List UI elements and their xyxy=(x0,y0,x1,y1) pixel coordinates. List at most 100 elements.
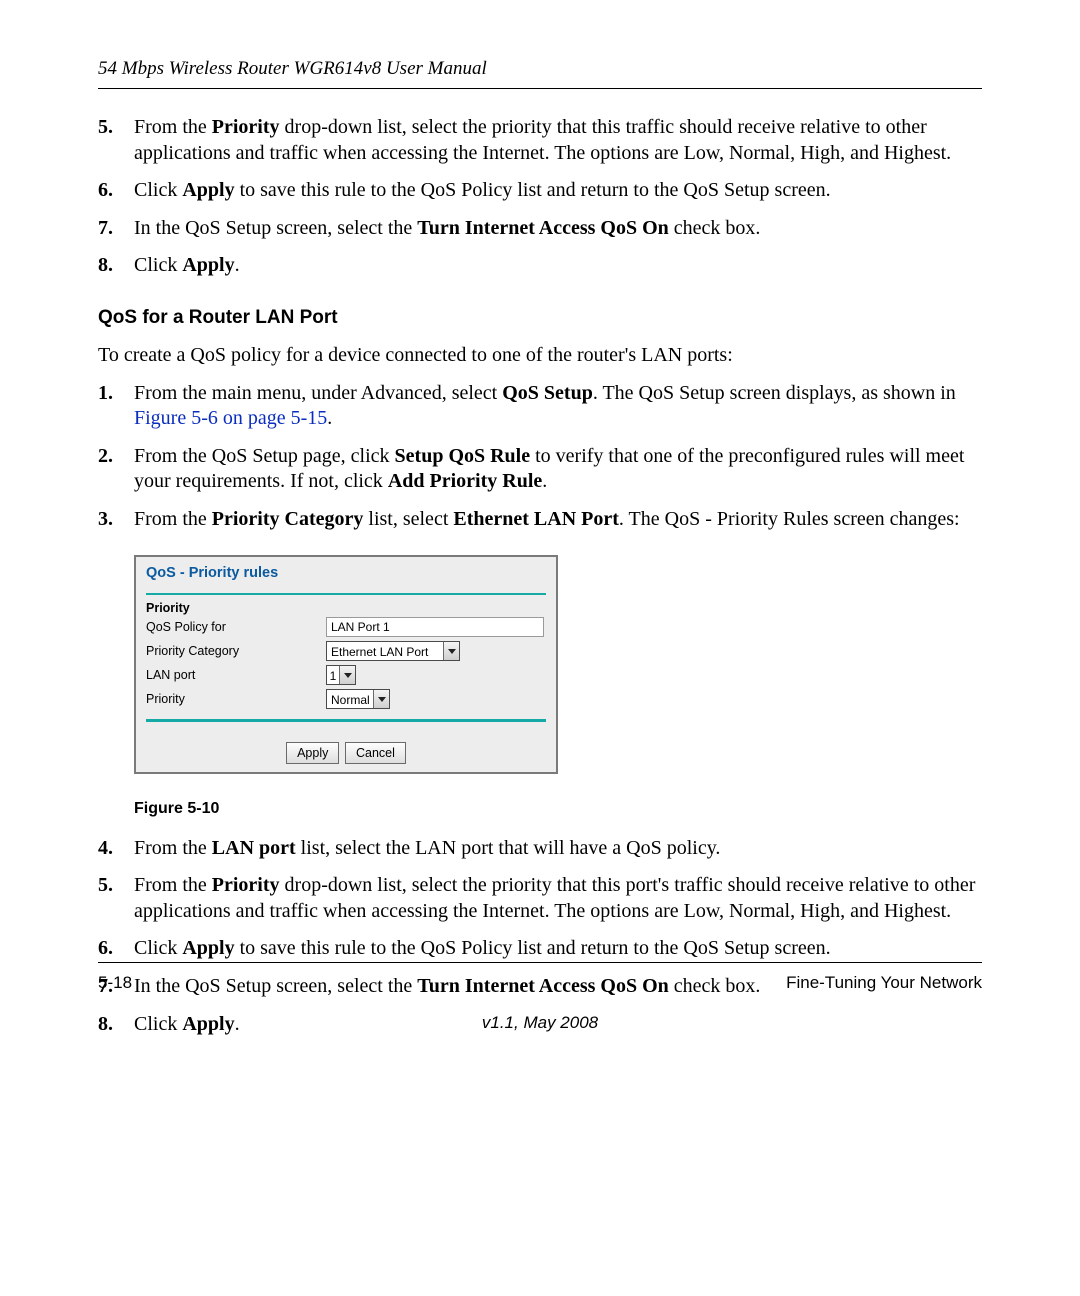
footer-row: 5-18 Fine-Tuning Your Network xyxy=(98,973,982,993)
panel-title: QoS - Priority rules xyxy=(136,557,556,583)
list-number: 8. xyxy=(98,253,134,279)
priority-category-select[interactable]: Ethernet LAN Port xyxy=(326,641,460,661)
list-item: 6. Click Apply to save this rule to the … xyxy=(98,178,982,204)
page-number: 5-18 xyxy=(98,973,132,993)
row-qos-policy-for: QoS Policy for xyxy=(146,615,546,639)
dropdown-button[interactable] xyxy=(373,690,389,708)
divider xyxy=(146,719,546,722)
text: . xyxy=(542,470,547,492)
select-value: Ethernet LAN Port xyxy=(327,642,443,660)
text: list, select xyxy=(363,508,453,530)
page-footer: 5-18 Fine-Tuning Your Network v1.1, May … xyxy=(98,962,982,1033)
apply-button[interactable]: Apply xyxy=(286,742,339,764)
cancel-button[interactable]: Cancel xyxy=(345,742,406,764)
panel-button-row: Apply Cancel xyxy=(136,738,556,772)
page: 54 Mbps Wireless Router WGR614v8 User Ma… xyxy=(0,0,1080,1089)
select-value: 1 xyxy=(327,666,339,684)
dropdown-button[interactable] xyxy=(339,666,355,684)
continued-list: 5. From the Priority drop-down list, sel… xyxy=(98,115,982,279)
text: Click xyxy=(134,254,182,276)
chapter-title: Fine-Tuning Your Network xyxy=(786,973,982,993)
panel-subtitle: Priority xyxy=(146,601,546,615)
text: check box. xyxy=(669,217,761,239)
figure-caption: Figure 5-10 xyxy=(134,800,982,818)
divider xyxy=(146,593,546,596)
label-lan-port: LAN port xyxy=(146,668,326,682)
list-number: 2. xyxy=(98,444,134,495)
list-item: 3. From the Priority Category list, sele… xyxy=(98,507,982,533)
panel-body: Priority QoS Policy for Priority Categor… xyxy=(136,593,556,738)
list-item: 2. From the QoS Setup page, click Setup … xyxy=(98,444,982,495)
text: list, select the LAN port that will have… xyxy=(296,837,721,859)
section-intro: To create a QoS policy for a device conn… xyxy=(98,343,982,369)
list-body: From the Priority Category list, select … xyxy=(134,507,982,533)
bold-text: Apply xyxy=(182,179,234,201)
footer-rule xyxy=(98,962,982,963)
list-item: 4. From the LAN port list, select the LA… xyxy=(98,836,982,862)
procedure-list-b: 1. From the main menu, under Advanced, s… xyxy=(98,381,982,533)
text: From the xyxy=(134,874,212,896)
bold-text: Add Priority Rule xyxy=(388,470,542,492)
list-body: Click Apply to save this rule to the QoS… xyxy=(134,936,982,962)
text: . The QoS Setup screen displays, as show… xyxy=(593,382,956,404)
list-body: In the QoS Setup screen, select the Turn… xyxy=(134,216,982,242)
list-body: Click Apply to save this rule to the QoS… xyxy=(134,178,982,204)
figure-cross-ref-link[interactable]: Figure 5-6 on page 5-15 xyxy=(134,407,327,429)
qos-policy-name-input[interactable] xyxy=(326,617,544,637)
list-item: 7. In the QoS Setup screen, select the T… xyxy=(98,216,982,242)
bold-text: LAN port xyxy=(212,837,296,859)
qos-priority-rules-panel: QoS - Priority rules Priority QoS Policy… xyxy=(134,555,558,774)
list-body: From the main menu, under Advanced, sele… xyxy=(134,381,982,432)
bold-text: Apply xyxy=(182,937,234,959)
bold-text: Turn Internet Access QoS On xyxy=(417,217,669,239)
list-number: 3. xyxy=(98,507,134,533)
list-number: 5. xyxy=(98,873,134,924)
dropdown-button[interactable] xyxy=(443,642,459,660)
list-item: 5. From the Priority drop-down list, sel… xyxy=(98,115,982,166)
list-body: From the Priority drop-down list, select… xyxy=(134,873,982,924)
list-item: 6. Click Apply to save this rule to the … xyxy=(98,936,982,962)
text: . xyxy=(327,407,332,429)
list-number: 6. xyxy=(98,936,134,962)
label-qos-policy-for: QoS Policy for xyxy=(146,620,326,634)
list-number: 4. xyxy=(98,836,134,862)
text: From the xyxy=(134,508,212,530)
lan-port-select[interactable]: 1 xyxy=(326,665,356,685)
text: Click xyxy=(134,179,182,201)
list-body: Click Apply. xyxy=(134,253,982,279)
bold-text: Priority Category xyxy=(212,508,364,530)
version-line: v1.1, May 2008 xyxy=(98,1013,982,1033)
list-item: 5. From the Priority drop-down list, sel… xyxy=(98,873,982,924)
text: to save this rule to the QoS Policy list… xyxy=(235,179,831,201)
text: From the xyxy=(134,837,212,859)
bold-text: Priority xyxy=(212,116,280,138)
text: From the main menu, under Advanced, sele… xyxy=(134,382,502,404)
bold-text: Priority xyxy=(212,874,280,896)
list-number: 7. xyxy=(98,216,134,242)
text: From the xyxy=(134,116,212,138)
section-heading-qos-lan-port: QoS for a Router LAN Port xyxy=(98,307,982,329)
chevron-down-icon xyxy=(448,649,456,654)
label-priority: Priority xyxy=(146,692,326,706)
row-lan-port: LAN port 1 xyxy=(146,663,546,687)
list-body: From the LAN port list, select the LAN p… xyxy=(134,836,982,862)
chevron-down-icon xyxy=(344,673,352,678)
list-body: From the QoS Setup page, click Setup QoS… xyxy=(134,444,982,495)
bold-text: Setup QoS Rule xyxy=(395,445,531,467)
text: . xyxy=(235,254,240,276)
list-item: 1. From the main menu, under Advanced, s… xyxy=(98,381,982,432)
list-number: 6. xyxy=(98,178,134,204)
priority-select[interactable]: Normal xyxy=(326,689,390,709)
text: . The QoS - Priority Rules screen change… xyxy=(619,508,960,530)
row-priority-category: Priority Category Ethernet LAN Port xyxy=(146,639,546,663)
label-priority-category: Priority Category xyxy=(146,644,326,658)
select-value: Normal xyxy=(327,690,373,708)
figure-5-10: QoS - Priority rules Priority QoS Policy… xyxy=(134,555,982,774)
page-header-title: 54 Mbps Wireless Router WGR614v8 User Ma… xyxy=(98,58,982,80)
bold-text: Ethernet LAN Port xyxy=(453,508,619,530)
list-body: From the Priority drop-down list, select… xyxy=(134,115,982,166)
text: From the QoS Setup page, click xyxy=(134,445,395,467)
chevron-down-icon xyxy=(378,697,386,702)
text: to save this rule to the QoS Policy list… xyxy=(235,937,831,959)
text: In the QoS Setup screen, select the xyxy=(134,217,417,239)
